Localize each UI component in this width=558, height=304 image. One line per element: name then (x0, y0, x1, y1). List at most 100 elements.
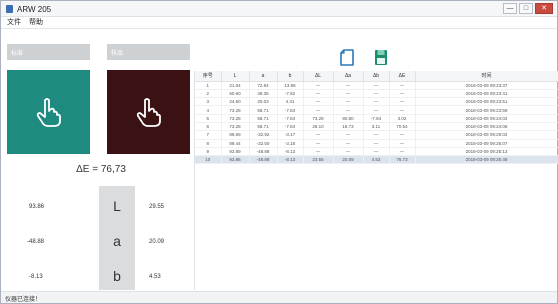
table-cell: 3.11 (363, 122, 390, 132)
table-cell: 2018-03-09 09:25:48 (415, 155, 558, 165)
table-row[interactable]: 3 24.60 20.03 4.31— — — —2018-03-09 09:23:51 (195, 97, 558, 107)
lab-letter-l: L (113, 198, 121, 214)
table-cell: 1 (195, 81, 222, 90)
table-cell: 2 (195, 89, 222, 99)
table-cell: — (389, 130, 416, 140)
table-cell: — (333, 130, 364, 140)
table-cell: 72.84 (249, 81, 278, 90)
table-cell: 18.73 (333, 122, 364, 132)
col-header-b[interactable]: b (277, 71, 304, 82)
table-cell: 23.55 (303, 155, 334, 165)
lab-block: L a b (99, 186, 135, 290)
standard-l-value: 93.86 (29, 204, 45, 210)
table-row[interactable]: 10 93.86 -48.88 -8.13 23.55 20.09 4.53 76.73 201… (195, 155, 558, 165)
table-cell: 76.73 (389, 155, 416, 165)
table-cell: 89.69 (221, 130, 250, 140)
table-cell: 73.28 (221, 105, 250, 115)
table-cell: — (333, 139, 364, 148)
table-row[interactable]: 7 89.69 -32.92 -3.17— — — —2018-03-09 09:25:02 (195, 130, 558, 140)
table-cell: — (303, 139, 334, 148)
standard-label: 标准 (11, 51, 24, 57)
menu-help[interactable]: 帮助 (29, 17, 43, 28)
col-header-l[interactable]: L (221, 71, 250, 82)
table-cell: 10 (195, 155, 222, 165)
table-cell: 4.53 (363, 155, 390, 165)
table-cell: 89.44 (221, 139, 250, 148)
table-cell: -8.13 (277, 155, 304, 165)
table-cell: 73.28 (221, 122, 250, 132)
menu-bar: 文件 帮助 (1, 17, 557, 29)
table-cell: — (389, 97, 416, 107)
table-cell: 13.86 (277, 81, 304, 90)
new-file-icon[interactable] (340, 49, 354, 66)
table-row[interactable]: 8 89.44 -32.50 -3.18— — — —2018-03-09 09:25:07 (195, 139, 558, 148)
maximize-button[interactable]: □ (519, 3, 533, 14)
table-cell: 9 (195, 147, 222, 157)
table-row[interactable]: 9 93.89 -48.88 -8.13— — — —2018-03-09 09:25:13 (195, 147, 558, 157)
table-cell: — (303, 81, 334, 90)
table-cell: — (389, 105, 416, 115)
color-panel: 标准 样品 ΔE = 76,73 L a b 93.86 -48.88 -8.1… (7, 44, 195, 290)
menu-file[interactable]: 文件 (7, 17, 21, 28)
table-cell: — (389, 139, 416, 148)
table-cell: — (389, 147, 416, 157)
col-header-a[interactable]: a (249, 71, 278, 82)
table-cell: — (363, 139, 390, 148)
col-header-de[interactable]: ΔE (389, 71, 416, 82)
table-cell: 70.54 (389, 122, 416, 132)
table-cell: 58.71 (249, 114, 278, 124)
window-title: ARW 205 (17, 5, 52, 14)
sample-label: 样品 (111, 51, 124, 57)
table-cell: -48.88 (249, 155, 278, 165)
table-cell: 4 (195, 105, 222, 115)
table-cell: 28.10 (303, 122, 334, 132)
table-cell: — (389, 81, 416, 90)
app-icon (6, 5, 13, 13)
table-row[interactable]: 4 73.28 58.71 -7.84— — — —2018-03-09 09:23:59 (195, 105, 558, 115)
status-text: 仪器已连接！ (5, 297, 42, 303)
minimize-button[interactable]: — (503, 3, 517, 14)
col-header-index[interactable]: 序号 (195, 71, 222, 82)
table-cell: 2018-03-09 09:24:02 (415, 114, 558, 124)
table-cell: — (333, 81, 364, 90)
table-cell: 20.03 (249, 97, 278, 107)
table-header-row: 序号 L a b ΔL Δa Δb ΔE 时间 (195, 71, 558, 82)
table-cell: — (333, 105, 364, 115)
close-button[interactable]: ✕ (535, 3, 553, 14)
table-cell: — (333, 89, 364, 99)
table-row[interactable]: 1 21.04 72.84 13.86— — — —2018-03-09 09:23:37 (195, 81, 558, 90)
table-row[interactable]: 2 60.60 49.35 -7.82— — — —2018-03-09 09:23:41 (195, 89, 558, 99)
table-cell: 24.60 (221, 97, 250, 107)
table-cell: 2018-03-09 09:23:37 (415, 81, 558, 90)
table-cell: 49.35 (249, 89, 278, 99)
table-row[interactable]: 6 73.28 58.71 -7.84 28.10 18.73 3.11 70.54 2018-… (195, 122, 558, 132)
table-cell: 60.60 (221, 89, 250, 99)
hand-pointer-icon (136, 98, 161, 127)
table-cell: 6 (195, 122, 222, 132)
sample-l-value: 29.55 (149, 204, 165, 210)
standard-a-value: -48.88 (27, 239, 45, 245)
table-cell: 93.86 (221, 155, 250, 165)
table-cell: 2018-03-09 09:23:59 (415, 105, 558, 115)
col-header-dl[interactable]: ΔL (303, 71, 334, 82)
title-bar: ARW 205 — □ ✕ (1, 1, 557, 17)
table-cell: — (333, 97, 364, 107)
table-cell: -3.17 (277, 130, 304, 140)
sample-a-value: 20.09 (149, 239, 165, 245)
delta-e-readout: ΔE = 76,73 (76, 164, 126, 175)
table-cell: -32.50 (249, 139, 278, 148)
col-header-db[interactable]: Δb (363, 71, 390, 82)
table-cell: — (363, 105, 390, 115)
table-cell: 3.02 (389, 114, 416, 124)
table-cell: — (363, 147, 390, 157)
table-cell: -32.92 (249, 130, 278, 140)
col-header-da[interactable]: Δa (333, 71, 364, 82)
standard-measure-button[interactable] (7, 70, 90, 154)
col-header-time[interactable]: 时间 (415, 71, 558, 82)
table-row[interactable]: 5 73.28 58.71 -7.84 73.28 80.80 -7.84 3.02 2018-… (195, 114, 558, 124)
toolbar (340, 49, 388, 66)
sample-header: 样品 (107, 44, 190, 60)
table-cell: 2018-03-09 09:24:08 (415, 122, 558, 132)
sample-measure-button[interactable] (107, 70, 190, 154)
save-icon[interactable] (374, 49, 388, 66)
